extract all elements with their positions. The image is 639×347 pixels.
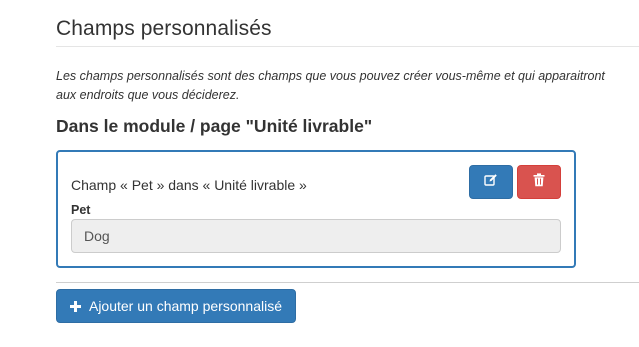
page-title: Champs personnalisés [56,17,272,40]
delete-field-button[interactable] [517,165,561,199]
title-divider [56,46,639,47]
section-divider [56,282,639,283]
trash-icon [533,172,545,192]
plus-icon [69,300,81,312]
edit-icon [484,173,498,192]
field-caption: Champ « Pet » dans « Unité livrable » [71,177,307,193]
add-custom-field-button[interactable]: Ajouter un champ personnalisé [56,289,296,323]
module-heading: Dans le module / page "Unité livrable" [56,116,373,136]
pet-field-input[interactable]: Dog [71,219,561,253]
edit-field-button[interactable] [469,165,513,199]
add-custom-field-label: Ajouter un champ personnalisé [88,298,282,314]
section-description: Les champs personnalisés sont des champs… [56,69,605,102]
custom-fields-page: Champs personnalisés Les champs personna… [0,0,639,347]
custom-field-card: Champ « Pet » dans « Unité livrable » Pe… [56,150,576,268]
field-label: Pet [71,203,91,217]
